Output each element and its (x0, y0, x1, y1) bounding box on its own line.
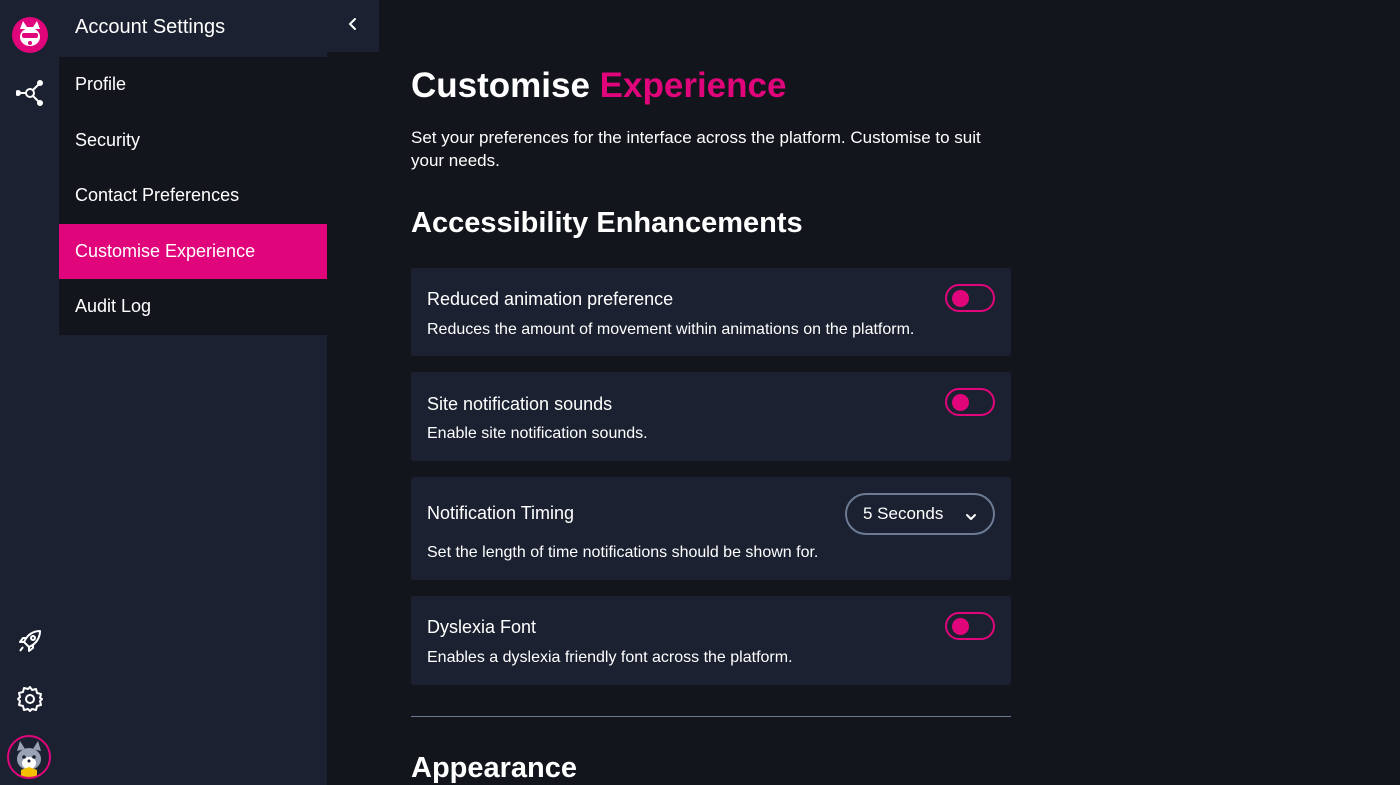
logo-icon[interactable] (9, 14, 50, 55)
setting-title: Reduced animation preference (427, 289, 674, 309)
dyslexia-font-toggle[interactable] (945, 612, 995, 640)
chevron-left-icon (346, 17, 360, 36)
rocket-icon[interactable] (9, 620, 50, 661)
setting-description: Reduces the amount of movement within an… (427, 321, 915, 338)
page-title-accent: Experience (599, 66, 787, 105)
menu-item-profile[interactable]: Profile (59, 57, 327, 113)
setting-card-reduced-animation: Reduced animation preference Reduces the… (411, 268, 1011, 356)
toggle-knob (952, 618, 969, 635)
setting-title: Dyslexia Font (427, 617, 537, 637)
setting-card-notification-sounds: Site notification sounds Enable site not… (411, 372, 1011, 461)
setting-description: Set the length of time notifications sho… (427, 544, 819, 561)
setting-card-dyslexia-font: Dyslexia Font Enables a dyslexia friendl… (411, 596, 1011, 685)
chevron-down-icon (965, 508, 977, 528)
select-value: 5 Seconds (863, 504, 944, 523)
icon-rail (0, 0, 59, 785)
toggle-knob (952, 394, 969, 411)
settings-menu: Profile Security Contact Preferences Cus… (59, 57, 327, 335)
notification-sounds-toggle[interactable] (945, 388, 995, 416)
menu-item-audit-log[interactable]: Audit Log (59, 279, 327, 335)
avatar[interactable] (7, 735, 51, 779)
page-title-main: Customise (411, 66, 590, 105)
notification-timing-select[interactable]: 5 Seconds (845, 493, 995, 535)
menu-title: Account Settings (75, 16, 226, 38)
collapse-menu-button[interactable] (339, 12, 367, 40)
appearance-heading: Appearance (411, 752, 578, 784)
menu-item-contact-preferences[interactable]: Contact Preferences (59, 168, 327, 224)
accessibility-heading: Accessibility Enhancements (411, 207, 803, 239)
page-title: Customise Experience (411, 66, 786, 106)
menu-item-customise-experience[interactable]: Customise Experience (59, 223, 327, 279)
reduced-animation-toggle[interactable] (945, 284, 995, 312)
setting-card-notification-timing: Notification Timing Set the length of ti… (411, 477, 1011, 580)
page-intro: Set your preferences for the interface a… (411, 128, 981, 170)
settings-menu-header: Account Settings (59, 0, 379, 52)
setting-description: Enables a dyslexia friendly font across … (427, 649, 793, 666)
gear-icon[interactable] (9, 678, 50, 719)
setting-title: Notification Timing (427, 503, 575, 523)
section-divider (411, 716, 1011, 717)
toggle-knob (952, 290, 969, 307)
menu-item-security[interactable]: Security (59, 113, 327, 169)
setting-description: Enable site notification sounds. (427, 425, 648, 442)
hub-icon[interactable] (9, 72, 50, 113)
setting-title: Site notification sounds (427, 394, 613, 414)
